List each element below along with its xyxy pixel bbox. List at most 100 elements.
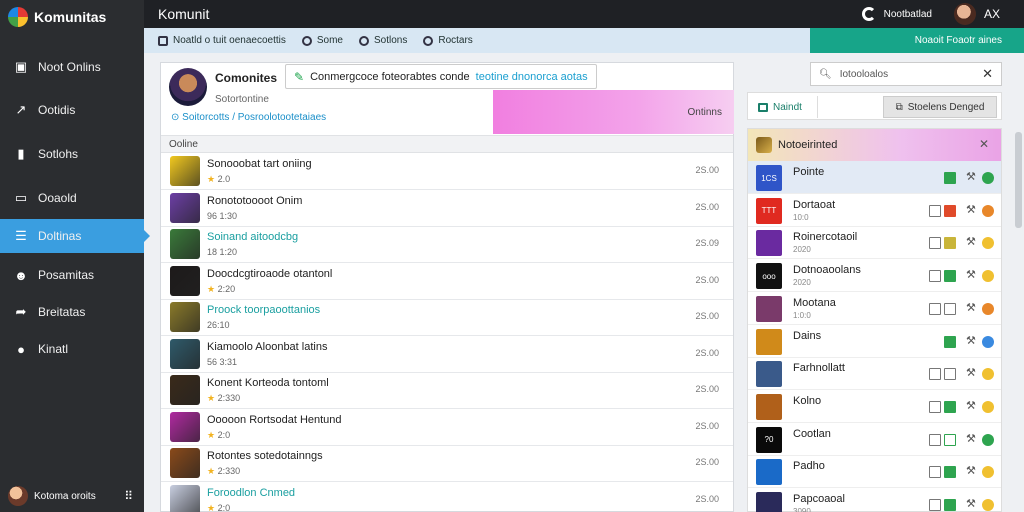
list-item[interactable]: Konent Korteoda tontoml ★ 2:330 2S.00 xyxy=(161,372,733,409)
tools-icon[interactable]: ⚒ xyxy=(966,235,976,248)
right-search-input[interactable]: 🔍︎ Iotooloalos ✕ xyxy=(810,62,1002,86)
tab-accent-button[interactable]: Noaoit Foaotr aines xyxy=(810,28,1024,53)
game-thumbnail[interactable] xyxy=(170,338,200,369)
close-icon[interactable]: ✕ xyxy=(979,137,989,151)
game-thumbnail[interactable] xyxy=(170,411,200,442)
compose-input[interactable]: ✎ Conmergcoce foteorabtes conde teotine … xyxy=(285,64,597,89)
checkbox[interactable] xyxy=(929,433,941,446)
tools-icon[interactable]: ⚒ xyxy=(966,432,976,445)
list-item[interactable]: Foroodlon Cnmed ★ 2:0 2S.00 xyxy=(161,482,733,512)
secondary-toolbar-button[interactable]: ⧉ Stoelens Denged xyxy=(883,96,997,118)
game-thumbnail[interactable] xyxy=(170,192,200,223)
checkbox[interactable] xyxy=(929,368,941,381)
profile-avatar[interactable] xyxy=(169,68,207,106)
game-thumbnail[interactable] xyxy=(170,484,200,512)
status-toggle[interactable] xyxy=(944,270,956,283)
status-toggle[interactable] xyxy=(944,433,956,446)
game-title[interactable]: Kiamoolo Aloonbat latins xyxy=(207,341,327,353)
close-icon[interactable]: ✕ xyxy=(982,66,993,82)
game-title[interactable]: Konent Korteoda tontoml xyxy=(207,377,329,389)
sidebar-item-6[interactable]: ➦ Breitatas xyxy=(0,295,144,329)
tools-icon[interactable]: ⚒ xyxy=(966,203,976,216)
game-title[interactable]: Ronototoooot Onim xyxy=(207,195,302,207)
notification-row[interactable]: Dains ⚒ xyxy=(748,325,1001,358)
status-toggle[interactable] xyxy=(944,237,956,250)
list-item[interactable]: Kiamoolo Aloonbat latins 56 3:31 2S.00 xyxy=(161,336,733,373)
sidebar-item-4[interactable]: ☰ Doltinas xyxy=(0,219,150,253)
tab-3[interactable]: Roctars xyxy=(415,28,480,53)
topbar-label[interactable]: Nootbatlad xyxy=(884,9,932,20)
tab-1[interactable]: Some xyxy=(294,28,351,53)
game-title[interactable]: Foroodlon Cnmed xyxy=(207,487,295,499)
checkbox[interactable] xyxy=(929,237,941,250)
notification-row[interactable]: 1CS Pointe ⚒ xyxy=(748,161,1001,194)
list-item[interactable]: Proock toorpaoottanios 26:10 2S.00 xyxy=(161,299,733,336)
game-thumbnail[interactable] xyxy=(170,229,200,259)
status-toggle[interactable] xyxy=(944,499,956,511)
notification-row[interactable]: Kolno ⚒ xyxy=(748,390,1001,423)
scrollbar[interactable] xyxy=(1015,132,1022,228)
list-item[interactable]: Rotontes sotedotainngs ★ 2:330 2S.00 xyxy=(161,445,733,482)
status-toggle[interactable] xyxy=(944,302,956,315)
list-item[interactable]: Soinand aitoodcbg 18 1:20 2S.09 xyxy=(161,226,733,263)
notification-row[interactable]: Mootana 1:0:0 ⚒ xyxy=(748,292,1001,325)
game-thumbnail[interactable] xyxy=(170,156,200,186)
list-item[interactable]: Ooooon Rortsodat Hentund ★ 2:0 2S.00 xyxy=(161,409,733,446)
tools-icon[interactable]: ⚒ xyxy=(966,497,976,510)
game-thumbnail[interactable] xyxy=(170,265,200,296)
notification-row[interactable]: Farhnollatt ⚒ xyxy=(748,357,1001,391)
tools-icon[interactable]: ⚒ xyxy=(966,170,976,183)
notification-row[interactable]: ?0 Cootlan ⚒ xyxy=(748,423,1001,456)
checkbox[interactable] xyxy=(929,466,941,479)
game-title[interactable]: Sonooobat tart oniing xyxy=(207,158,312,170)
status-toggle[interactable] xyxy=(944,400,956,413)
notification-row[interactable]: TTT Dortaoat 10:0 ⚒ xyxy=(748,194,1001,227)
profile-link[interactable]: ⊙ Soitorcotts / Posroolotootetaiaes xyxy=(171,112,326,123)
sidebar-item-5[interactable]: ☻ Posamitas xyxy=(0,258,144,292)
notification-row[interactable]: ooo Dotnoaoolans 2020 ⚒ xyxy=(748,259,1001,293)
game-title[interactable]: Soinand aitoodcbg xyxy=(207,231,298,243)
tools-icon[interactable]: ⚒ xyxy=(966,268,976,281)
game-thumbnail[interactable] xyxy=(170,302,200,332)
tab-0[interactable]: Noatld o tuit oenaecoettis xyxy=(150,28,294,53)
list-item[interactable]: Ronototoooot Onim 96 1:30 2S.00 xyxy=(161,190,733,227)
notification-row[interactable]: Padho ⚒ xyxy=(748,455,1001,489)
sidebar-item-3[interactable]: ▭ Ooaold xyxy=(0,181,144,215)
tools-icon[interactable]: ⚒ xyxy=(966,464,976,477)
notification-row[interactable]: Roinercotaoil 2020 ⚒ xyxy=(748,226,1001,260)
status-toggle[interactable] xyxy=(944,172,956,184)
primary-toolbar-button[interactable]: Naindt xyxy=(752,96,818,118)
status-toggle[interactable] xyxy=(944,204,956,217)
status-toggle[interactable] xyxy=(944,335,956,348)
list-item[interactable]: Sonooobat tart oniing ★ 2.0 2S.00 xyxy=(161,153,733,190)
checkbox[interactable] xyxy=(929,302,941,315)
tools-icon[interactable]: ⚒ xyxy=(966,399,976,412)
game-title[interactable]: Doocdcgtiroaode otantonl xyxy=(207,268,332,280)
sidebar-item-2[interactable]: ▮ Sotlohs xyxy=(0,137,144,171)
user-initials[interactable]: AX xyxy=(984,7,1000,21)
checkbox[interactable] xyxy=(929,400,941,413)
game-thumbnail[interactable] xyxy=(170,375,200,405)
checkbox[interactable] xyxy=(929,499,941,511)
game-title[interactable]: Proock toorpaoottanios xyxy=(207,304,320,316)
game-thumbnail[interactable] xyxy=(170,448,200,478)
checkbox[interactable] xyxy=(929,204,941,217)
list-item[interactable]: Doocdcgtiroaode otantonl ★ 2:20 2S.00 xyxy=(161,263,733,300)
status-toggle[interactable] xyxy=(944,466,956,479)
grid-dots-icon[interactable]: ⠿ xyxy=(124,489,134,503)
checkbox[interactable] xyxy=(929,270,941,283)
notification-row[interactable]: Papcoaoal 3090 ⚒ xyxy=(748,488,1001,512)
app-brand[interactable]: Komunitas xyxy=(0,0,144,34)
game-title[interactable]: Ooooon Rortsodat Hentund xyxy=(207,414,342,426)
game-title[interactable]: Rotontes sotedotainngs xyxy=(207,450,323,462)
profile-link-text[interactable]: Soitorcotts / Posroolotootetaiaes xyxy=(182,112,326,123)
sidebar-item-7[interactable]: ● Kinatl xyxy=(0,332,144,366)
sidebar-item-0[interactable]: ▣ Noot Onlins xyxy=(0,50,144,84)
tools-icon[interactable]: ⚒ xyxy=(966,366,976,379)
status-toggle[interactable] xyxy=(944,368,956,381)
user-avatar[interactable] xyxy=(953,3,976,25)
sidebar-footer[interactable]: Kotoma oroits ⠿ xyxy=(8,486,134,506)
sidebar-item-1[interactable]: ↗ Ootidis xyxy=(0,93,144,127)
tab-2[interactable]: Sotlons xyxy=(351,28,415,53)
tools-icon[interactable]: ⚒ xyxy=(966,301,976,314)
